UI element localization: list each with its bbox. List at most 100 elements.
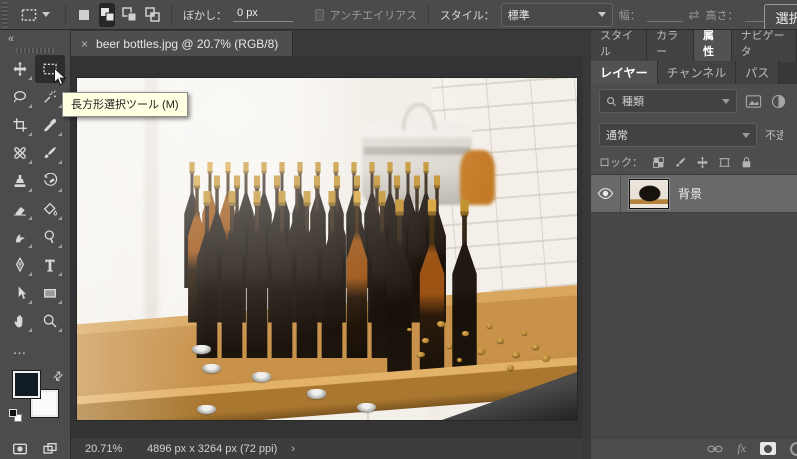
new-selection-button[interactable] [76, 3, 93, 27]
hand-tool[interactable] [5, 307, 35, 335]
layer-name: 背景 [678, 185, 702, 202]
eraser-tool[interactable] [5, 195, 35, 223]
clone-stamp-icon [12, 173, 28, 189]
photo-drawer-handle [252, 372, 271, 382]
crop-tool[interactable] [5, 111, 35, 139]
foreground-color-swatch[interactable] [13, 371, 40, 398]
swap-dimensions-icon[interactable]: ⇄ [689, 7, 700, 23]
blend-mode-dropdown[interactable]: 通常 [599, 123, 757, 147]
type-icon [42, 257, 58, 273]
smudge-tool[interactable] [5, 223, 35, 251]
tab-channels[interactable]: チャンネル [658, 61, 737, 84]
tab-layers[interactable]: レイヤー [591, 61, 658, 84]
add-to-selection-icon [100, 7, 115, 22]
feather-label: ぼかし： [183, 7, 227, 23]
close-tab-icon[interactable]: × [81, 37, 88, 51]
layer-thumbnail[interactable] [629, 179, 669, 209]
layer-style-button[interactable]: fx [737, 441, 746, 456]
tool-preset-dropdown[interactable] [16, 5, 54, 25]
collapse-panel-button[interactable]: « [0, 30, 70, 45]
subtract-from-selection-button[interactable] [121, 3, 138, 27]
bottle-cap [542, 355, 550, 361]
tab-styles[interactable]: スタイル [591, 30, 647, 62]
image-icon [745, 93, 762, 110]
dock-divider[interactable] [583, 30, 591, 459]
dodge-tool[interactable] [35, 223, 65, 251]
type-tool[interactable] [35, 251, 65, 279]
move-icon [12, 61, 28, 77]
style-value: 標準 [508, 7, 530, 23]
layer-filter-dropdown[interactable]: 種類 [599, 89, 737, 113]
clone-stamp-tool[interactable] [5, 167, 35, 195]
magic-wand-tool[interactable] [35, 83, 65, 111]
tab-navigator[interactable]: ナビゲータ [732, 30, 797, 62]
swap-colors-icon[interactable]: ⇄ [50, 367, 67, 384]
marquee-preset-icon [20, 7, 38, 23]
tab-properties[interactable]: 属性 [694, 30, 732, 62]
history-brush-tool[interactable] [35, 167, 65, 195]
path-selection-tool[interactable] [5, 279, 35, 307]
width-input[interactable] [647, 7, 683, 22]
chevron-down-icon [722, 99, 730, 104]
tool-panel-grip[interactable] [16, 48, 54, 53]
filter-pixel-layers-button[interactable] [745, 93, 762, 110]
lasso-icon [12, 89, 28, 105]
filter-adjustment-layers-button[interactable] [770, 93, 787, 110]
layer-filter-label: 種類 [622, 93, 717, 109]
status-chevron-icon[interactable]: › [291, 443, 295, 455]
tool-tooltip: 長方形選択ツール (M) [62, 92, 188, 117]
lock-transparency-icon[interactable] [652, 156, 665, 169]
healing-brush-tool[interactable] [5, 139, 35, 167]
add-to-selection-button[interactable] [99, 3, 116, 27]
color-swatches: ⇄ [0, 369, 70, 431]
layer-row-background[interactable]: 背景 [591, 175, 797, 213]
brush-tool[interactable] [35, 139, 65, 167]
zoom-tool[interactable] [35, 307, 65, 335]
adjustment-layer-icon[interactable] [790, 442, 797, 456]
bottle-cap [487, 324, 492, 328]
tab-paths[interactable]: パス [736, 61, 779, 84]
paint-bucket-tool[interactable] [35, 195, 65, 223]
style-dropdown[interactable]: 標準 [501, 3, 613, 27]
layer-visibility-toggle[interactable] [591, 175, 621, 212]
lock-artboard-icon[interactable] [718, 156, 731, 169]
default-colors-icon[interactable] [9, 409, 23, 423]
lasso-tool[interactable] [5, 83, 35, 111]
document-size-info: 4896 px x 3264 px (72 ppi) [147, 443, 277, 455]
zoom-level-field[interactable]: 20.71% [85, 443, 137, 455]
lock-position-icon[interactable] [696, 156, 709, 169]
options-bar-grip[interactable] [2, 2, 8, 28]
blend-mode-value: 通常 [606, 127, 628, 143]
more-tools-icon: … [13, 341, 28, 357]
photo-drawer-handle [307, 389, 326, 399]
feather-input[interactable]: 0 px [233, 7, 293, 22]
smudge-icon [12, 229, 28, 245]
add-layer-mask-icon[interactable] [760, 442, 776, 455]
crop-icon [12, 117, 28, 133]
select-and-mask-button[interactable]: 選択 [764, 4, 797, 30]
quick-mask-button[interactable] [5, 435, 35, 459]
pen-icon [12, 257, 28, 273]
screen-mode-icon [42, 441, 58, 457]
screen-mode-button[interactable] [35, 435, 65, 459]
photo-beer-bottles[interactable] [77, 78, 577, 420]
edit-toolbar-button[interactable]: … [5, 335, 35, 363]
lock-all-icon[interactable] [740, 156, 753, 169]
layer-list: 背景 [591, 174, 797, 437]
shape-tool[interactable] [35, 279, 65, 307]
tab-color[interactable]: カラー [647, 30, 694, 62]
mouse-cursor-icon [52, 67, 68, 87]
bottle-cap [497, 338, 504, 343]
chevron-down-icon [742, 133, 750, 138]
antialias-checkbox[interactable] [315, 9, 324, 21]
link-layers-icon[interactable] [707, 442, 723, 456]
antialias-label: アンチエイリアス [330, 7, 418, 23]
pen-tool[interactable] [5, 251, 35, 279]
search-icon [606, 96, 617, 107]
move-tool[interactable] [5, 55, 35, 83]
lock-pixels-icon[interactable] [674, 156, 687, 169]
eyedropper-tool[interactable] [35, 111, 65, 139]
intersect-selection-button[interactable] [144, 3, 161, 27]
document-tab[interactable]: × beer bottles.jpg @ 20.7% (RGB/8) [71, 31, 293, 56]
photo-amber-bottle-glow [460, 150, 495, 205]
